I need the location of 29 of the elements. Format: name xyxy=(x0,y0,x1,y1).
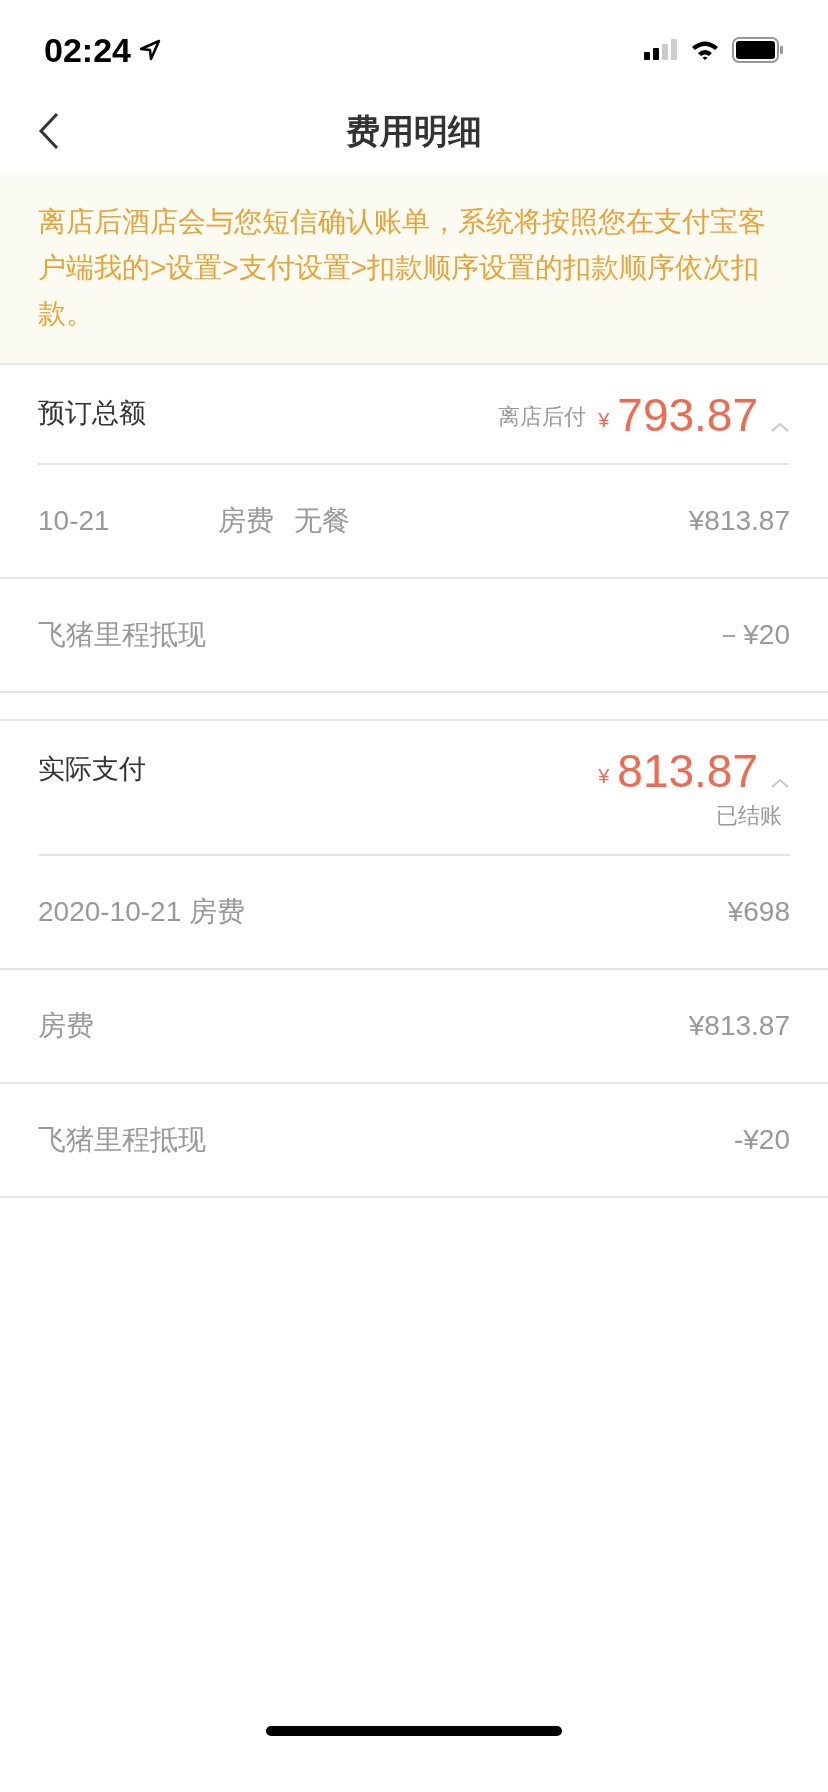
section-title: 实际支付 xyxy=(38,753,146,786)
wifi-icon xyxy=(690,39,720,61)
battery-icon xyxy=(732,37,784,63)
currency-symbol: ¥ xyxy=(598,764,610,789)
item-label: 飞猪里程抵现 xyxy=(38,618,206,652)
currency-symbol: ¥ xyxy=(598,408,610,433)
caret-icon[interactable] xyxy=(770,421,790,433)
item-amount: －¥20 xyxy=(715,618,790,652)
status-time: 02:24 xyxy=(44,29,131,71)
total-amount: 813.87 xyxy=(617,745,758,797)
item-amount: ¥813.87 xyxy=(688,504,790,538)
item-amount: ¥813.87 xyxy=(688,1009,790,1043)
page-title: 费用明细 xyxy=(346,111,482,152)
item-amount: ¥698 xyxy=(727,895,790,929)
item-amount: -¥20 xyxy=(733,1123,790,1157)
item-label: 房费 xyxy=(38,1009,94,1043)
item-label: 房费 xyxy=(218,504,274,538)
signal-icon xyxy=(644,38,678,62)
item-label: 2020-10-21 房费 xyxy=(38,895,245,929)
item-label: 无餐 xyxy=(294,504,350,538)
status-text: 已结账 xyxy=(716,802,782,830)
location-arrow-icon xyxy=(138,39,161,61)
item-label: 飞猪里程抵现 xyxy=(38,1123,206,1157)
total-amount: 793.87 xyxy=(617,389,758,441)
notice-text: 离店后酒店会与您短信确认账单，系统将按照您在支付宝客户端我的>设置>支付设置>扣款顺序设置的扣款顺序依次扣款。 xyxy=(38,205,767,331)
payment-label: 离店后付 xyxy=(498,403,587,431)
caret-icon[interactable] xyxy=(770,777,790,789)
section-title: 预订总额 xyxy=(38,397,146,430)
item-label: 10-21 xyxy=(38,504,111,538)
